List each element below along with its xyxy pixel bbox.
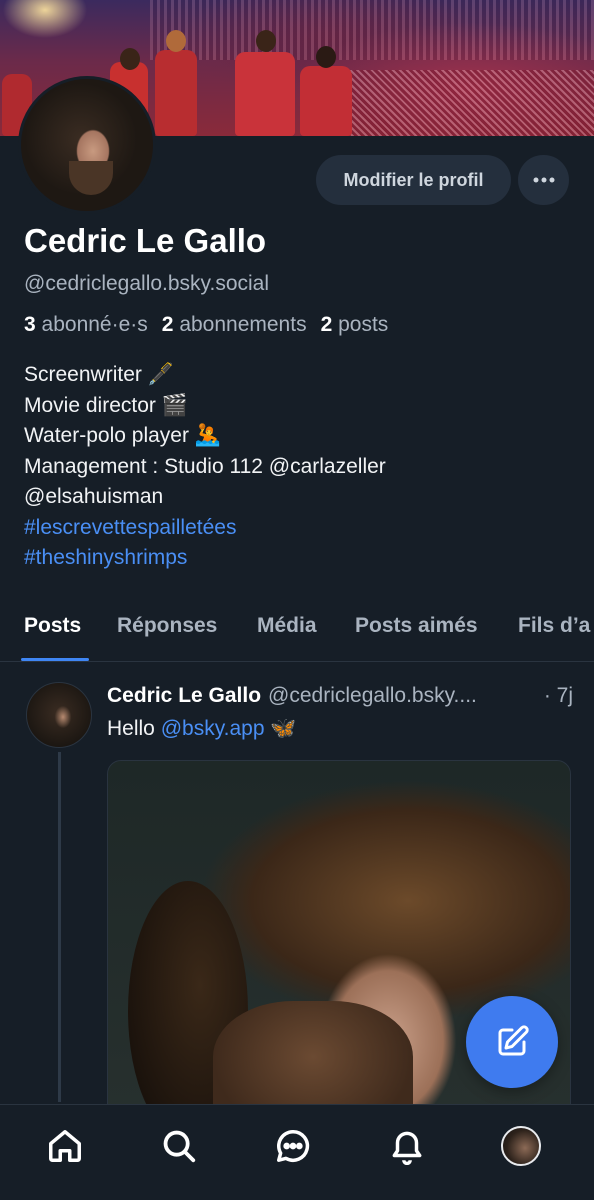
banner-figure-head	[256, 30, 276, 52]
more-horizontal-icon	[533, 177, 554, 183]
chat-icon	[277, 1130, 310, 1162]
tab-posts[interactable]: Posts	[24, 614, 81, 638]
banner-figure	[300, 66, 352, 136]
posts-stat: 2 posts	[321, 313, 389, 337]
banner-crowd	[330, 70, 594, 136]
followers-link[interactable]: 3 abonné·e·s	[24, 313, 148, 337]
post-header: Cedric Le Gallo @cedriclegallo.bsky.... …	[107, 684, 573, 708]
display-name: Cedric Le Gallo	[24, 222, 267, 259]
tab-media[interactable]: Média	[257, 614, 317, 638]
followers-label: abonné·e·s	[41, 313, 148, 336]
bio-line: Screenwriter 🖋️	[24, 363, 174, 386]
home-icon	[49, 1130, 81, 1162]
tab-feeds[interactable]: Fils d’a	[518, 614, 590, 638]
profile-bio: Screenwriter 🖋️ Movie director 🎬 Water-p…	[24, 360, 584, 574]
thread-line	[58, 752, 61, 1102]
post-timestamp: · 7j	[543, 684, 573, 707]
profile-tabs: Posts Réponses Média Posts aimés Fils d’…	[0, 604, 594, 662]
nav-notifications[interactable]	[386, 1125, 428, 1167]
posts-label: posts	[338, 313, 389, 336]
post-author-avatar[interactable]	[26, 682, 92, 748]
post-mention-link[interactable]: @bsky.app	[161, 717, 265, 740]
banner-figure-head	[316, 46, 336, 68]
edit-profile-label: Modifier le profil	[343, 169, 484, 190]
post-text: Hello @bsky.app 🦋	[107, 717, 297, 741]
edit-profile-button[interactable]: Modifier le profil	[316, 155, 511, 205]
tab-replies[interactable]: Réponses	[117, 614, 217, 638]
nav-search[interactable]	[158, 1125, 200, 1167]
bottom-navigation	[0, 1104, 594, 1200]
profile-stats: 3 abonné·e·s 2 abonnements 2 posts	[24, 313, 388, 337]
profile-avatar[interactable]	[18, 76, 156, 214]
compose-button[interactable]	[466, 996, 558, 1088]
compose-icon	[498, 1025, 529, 1056]
banner-figure-head	[120, 48, 140, 70]
image-beard	[213, 1001, 413, 1119]
following-count: 2	[161, 313, 174, 336]
search-icon	[163, 1130, 196, 1163]
bio-line: @elsahuisman	[24, 485, 164, 508]
nav-profile[interactable]	[500, 1125, 542, 1167]
tab-likes[interactable]: Posts aimés	[355, 614, 478, 638]
bio-line: Management : Studio 112 @carlazeller	[24, 454, 386, 478]
banner-figure	[235, 52, 295, 136]
bio-line: Movie director 🎬	[24, 393, 188, 417]
banner-figure-head	[166, 30, 186, 52]
nav-chat[interactable]	[272, 1125, 314, 1167]
post-author-name[interactable]: Cedric Le Gallo	[107, 684, 261, 708]
banner-balcony	[150, 0, 594, 60]
butterfly-emoji: 🦋	[270, 717, 297, 740]
more-options-button[interactable]	[518, 155, 569, 205]
following-link[interactable]: 2 abonnements	[162, 313, 307, 337]
nav-home[interactable]	[44, 1125, 86, 1167]
profile-nav-avatar	[501, 1126, 541, 1166]
banner-figure	[155, 50, 197, 136]
avatar-beard	[69, 161, 113, 195]
bell-icon	[392, 1131, 422, 1165]
profile-handle: @cedriclegallo.bsky.social	[24, 272, 270, 295]
following-label: abonnements	[179, 313, 307, 336]
followers-count: 3	[24, 313, 36, 336]
posts-count: 2	[320, 313, 333, 336]
post-author-handle[interactable]: @cedriclegallo.bsky....	[268, 684, 477, 708]
post-text-prefix: Hello	[107, 717, 161, 740]
bio-line: Water-polo player 🤽	[24, 424, 221, 447]
hashtag-link[interactable]: #theshinyshrimps	[24, 543, 584, 574]
active-tab-indicator	[21, 658, 89, 661]
hashtag-link[interactable]: #lescrevettespailletées	[24, 513, 584, 544]
